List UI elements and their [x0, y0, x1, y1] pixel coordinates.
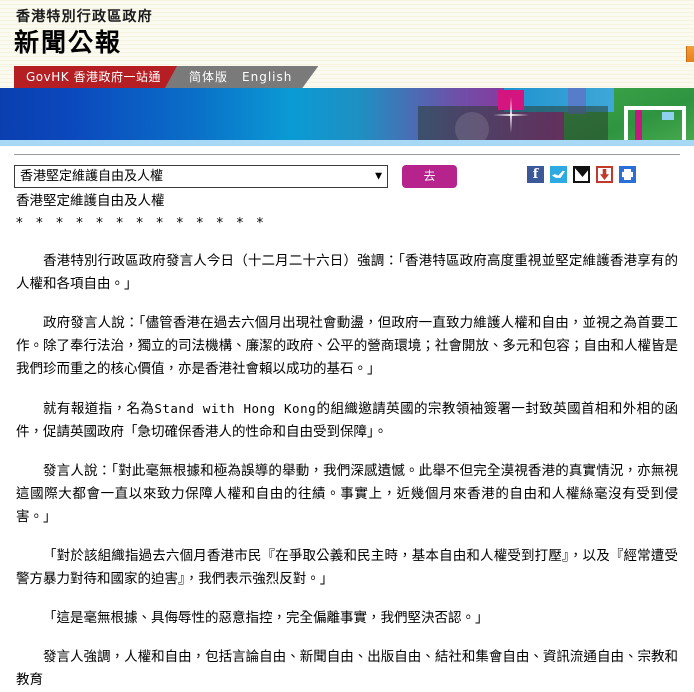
tab-simplified-chinese[interactable]: 简体版	[189, 66, 228, 88]
masthead: 香港特別行政區政府 新聞公報	[0, 0, 694, 66]
tab-language-group: 简体版 English	[165, 66, 318, 88]
organisation-name: Stand with Hong Kong	[154, 401, 316, 416]
banner-white-frame	[624, 106, 686, 140]
article-body: 香港堅定維護自由及人權 * * * * * * * * * * * * * 香港…	[0, 190, 694, 692]
banner-gradient	[0, 88, 694, 140]
banner-magenta-stripe	[635, 110, 642, 140]
print-icon[interactable]	[619, 166, 636, 183]
email-share-icon[interactable]	[573, 166, 590, 183]
banner-sparkle-icon	[493, 97, 529, 133]
article-paragraph: 「這是毫無根據、具侮辱性的惡意指控，完全偏離事實，我們堅決否認。」	[16, 607, 678, 630]
article-paragraph: 發言人說：「對此毫無根據和極為誤導的舉動，我們深感遺憾。此舉不但完全漠視香港的真…	[16, 460, 678, 529]
article-paragraph-report: 就有報道指，名為Stand with Hong Kong的組織邀請英國的宗教領袖…	[16, 397, 678, 444]
article-paragraph: 發言人強調，人權和自由，包括言論自由、新聞自由、出版自由、結社和集會自由、資訊流…	[16, 646, 678, 692]
article-paragraph: 香港特別行政區政府發言人今日（十二月二十六日）強調：「香港特區政府高度重視並堅定…	[16, 250, 678, 296]
article-paragraph: 政府發言人說：「儘管香港在過去六個月出現社會動盪，但政府一直致力維護人權和自由，…	[16, 312, 678, 381]
banner-lightblue-chip	[662, 112, 674, 120]
chevron-down-icon: ▼	[375, 172, 382, 181]
banner-circle-shape	[455, 112, 489, 140]
press-release-select[interactable]: 香港堅定維護自由及人權 ▼	[14, 165, 388, 188]
download-icon[interactable]	[596, 166, 613, 183]
edge-tab-handle[interactable]	[686, 46, 694, 62]
site-banner	[0, 88, 694, 140]
facebook-share-icon[interactable]	[527, 166, 544, 183]
article-headline: 香港堅定維護自由及人權	[16, 190, 678, 212]
article-paragraph: 「對於該組織指過去六個月香港市民『在爭取公義和民主時，基本自由和人權受到打壓』，…	[16, 545, 678, 591]
page-title: 新聞公報	[14, 28, 122, 58]
organization-name: 香港特別行政區政府	[16, 9, 153, 25]
select-current-value: 香港堅定維護自由及人權	[20, 169, 163, 184]
star-separator: * * * * * * * * * * * * *	[16, 212, 678, 234]
controls-row: 香港堅定維護自由及人權 ▼ 去	[0, 146, 694, 190]
twitter-share-icon[interactable]	[550, 166, 567, 183]
divider-line	[14, 154, 680, 155]
go-button[interactable]: 去	[402, 165, 457, 188]
tab-strip: GovHK 香港政府一站通 简体版 English	[0, 66, 694, 88]
report-text-before: 就有報道指，名為	[43, 401, 154, 417]
share-icon-group	[527, 166, 636, 183]
tab-govhk[interactable]: GovHK 香港政府一站通	[14, 66, 187, 88]
tab-english[interactable]: English	[242, 66, 292, 88]
